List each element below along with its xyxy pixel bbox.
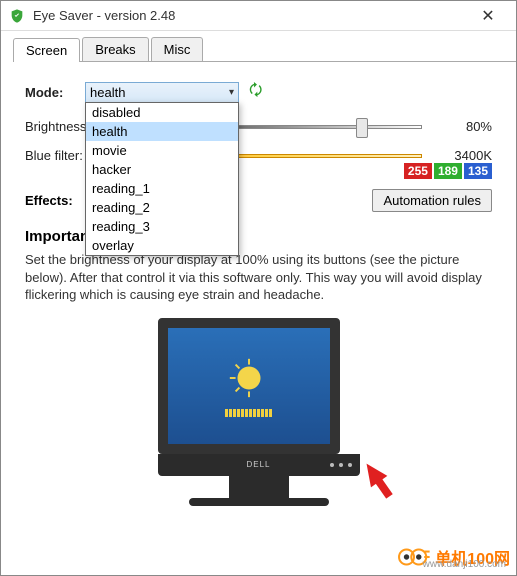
mode-option-reading-2[interactable]: reading_2 [86, 198, 238, 217]
brightness-value: 80% [432, 119, 492, 134]
mode-option-reading-3[interactable]: reading_3 [86, 217, 238, 236]
sun-moon-icon [226, 355, 272, 401]
monitor-screen [158, 318, 340, 454]
automation-rules-button[interactable]: Automation rules [372, 189, 492, 212]
tab-bar: Screen Breaks Misc [13, 37, 516, 62]
blue-filter-label: Blue filter: [25, 148, 85, 163]
close-icon[interactable]: ✕ [468, 6, 508, 26]
blue-filter-value: 3400K [432, 148, 492, 163]
rgb-red: 255 [404, 163, 432, 179]
important-body: Set the brightness of your display at 10… [25, 251, 492, 304]
refresh-icon[interactable]: 🗘 [249, 80, 262, 105]
window-title: Eye Saver - version 2.48 [33, 8, 468, 23]
mode-selected-value: health [90, 85, 125, 100]
mode-option-overlay[interactable]: overlay [86, 236, 238, 255]
mode-option-disabled[interactable]: disabled [86, 103, 238, 122]
watermark-url: www.danji100.com [423, 559, 506, 570]
effects-label: Effects: [25, 193, 73, 208]
rgb-green: 189 [434, 163, 462, 179]
loading-bar-icon [225, 409, 272, 417]
mode-option-movie[interactable]: movie [86, 141, 238, 160]
titlebar: Eye Saver - version 2.48 ✕ [1, 1, 516, 31]
mode-select[interactable]: health ▾ [85, 82, 239, 104]
app-shield-icon [9, 8, 25, 24]
tab-misc[interactable]: Misc [151, 37, 204, 61]
brightness-label: Brightness: [25, 119, 85, 134]
mode-row: Mode: health ▾ 🗘 disabled health movie h… [25, 80, 492, 105]
monitor-brand: DELL [246, 460, 270, 469]
watermark: 单机100网 www.danji100.com [397, 545, 510, 569]
monitor-illustration: DELL [25, 318, 492, 506]
mode-dropdown: disabled health movie hacker reading_1 r… [85, 102, 239, 256]
tab-screen[interactable]: Screen [13, 38, 80, 62]
monitor-bezel: DELL [158, 454, 360, 476]
rgb-blue: 135 [464, 163, 492, 179]
tab-breaks[interactable]: Breaks [82, 37, 148, 61]
mode-label: Mode: [25, 85, 85, 100]
tab-content: Mode: health ▾ 🗘 disabled health movie h… [1, 62, 516, 516]
brightness-thumb[interactable] [356, 118, 368, 138]
chevron-down-icon: ▾ [229, 87, 234, 98]
mode-option-reading-1[interactable]: reading_1 [86, 179, 238, 198]
mode-option-hacker[interactable]: hacker [86, 160, 238, 179]
mode-option-health[interactable]: health [86, 122, 238, 141]
